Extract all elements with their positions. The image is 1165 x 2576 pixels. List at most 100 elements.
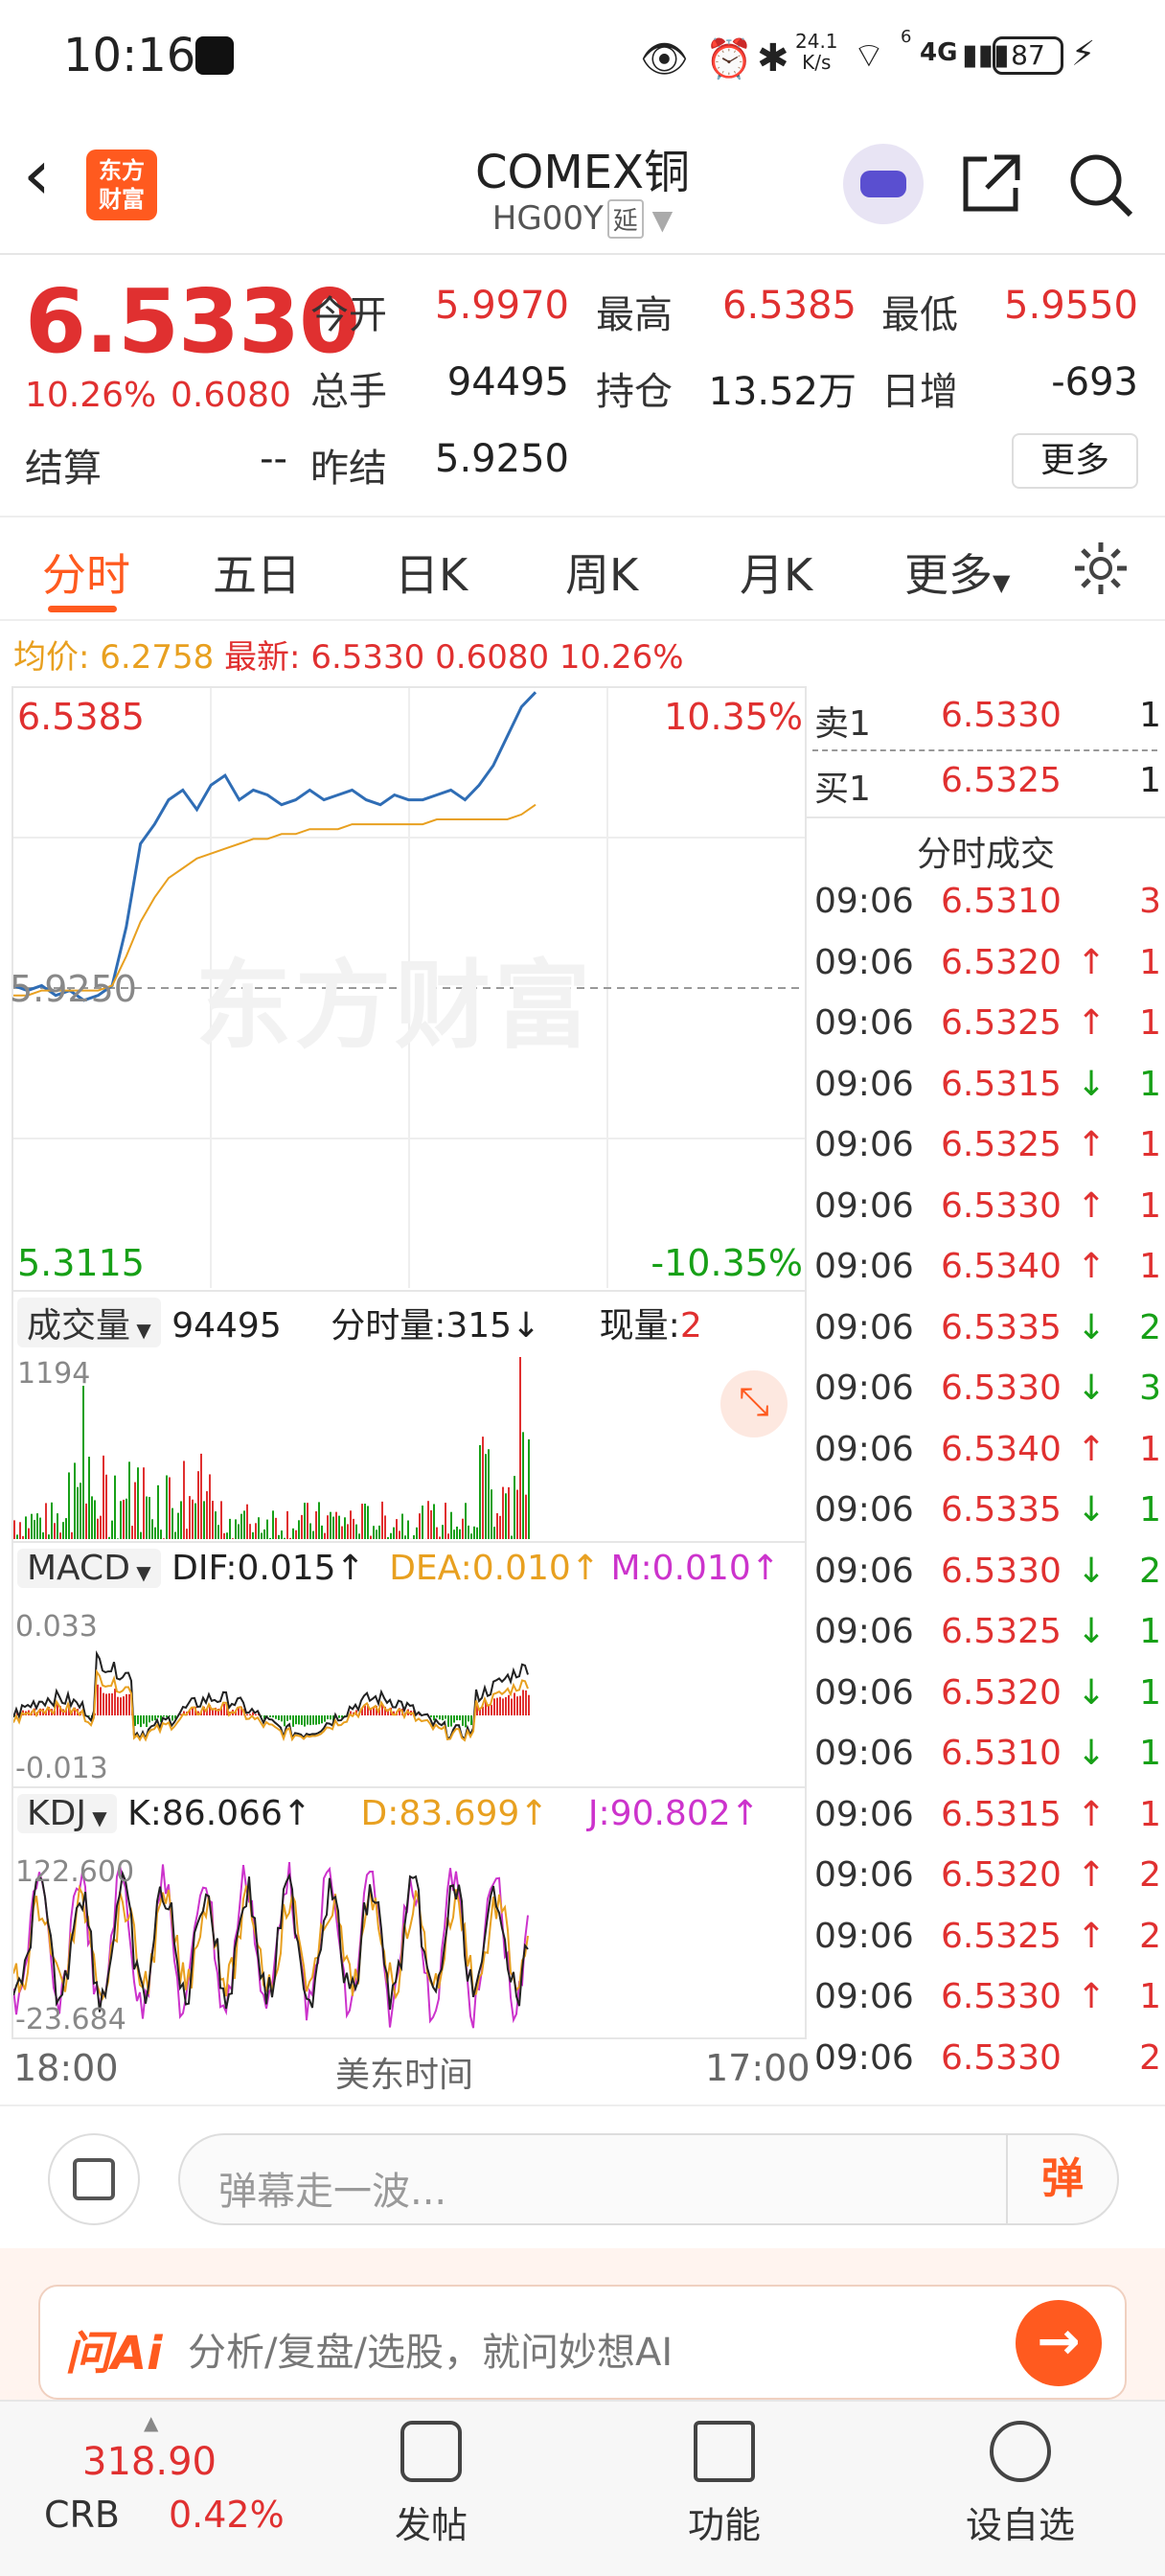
intraday-chart[interactable]: 东方财富 6.5385 10.35% 5.9250 5.3115 -10.35% (10, 686, 807, 1290)
trade-price: 6.5340 (941, 1429, 1062, 1469)
crb-index-ticker[interactable]: ▲ 318.90 CRB 0.42% (19, 2411, 297, 2555)
volume-header: 成交量 ▼ 94495 分时量:315↓ 现量:2 (17, 1298, 702, 1347)
macd-bar (502, 1698, 504, 1715)
macd-bottom-label: -0.013 (15, 1752, 108, 1785)
expand-icon[interactable]: ⤡ (720, 1370, 788, 1438)
volume-bar (68, 1472, 70, 1539)
tab-five-day[interactable]: 五日 (213, 540, 301, 604)
volume-bar (171, 1507, 173, 1539)
volume-bar (39, 1517, 41, 1539)
macd-dif: DIF:0.015↑ (171, 1549, 365, 1588)
macd-bar (140, 1715, 142, 1728)
kdj-dropdown[interactable]: KDJ ▼ (17, 1794, 117, 1833)
low-label: 最低 (881, 293, 958, 337)
macd-bar (307, 1715, 308, 1725)
macd-bar (327, 1715, 329, 1720)
volume-bar (387, 1536, 389, 1539)
trade-row: 09:06 6.5330 ↓ 3 (807, 1368, 1165, 1428)
trade-time: 09:06 (814, 1551, 914, 1591)
volume-bar (344, 1517, 346, 1539)
settle-value: -- (260, 437, 287, 481)
macd-bar (157, 1715, 159, 1718)
volume-bar (378, 1525, 380, 1539)
macd-bar (496, 1697, 498, 1715)
macd-bar (163, 1715, 165, 1717)
tick-volume: 分时量:315↓ (331, 1306, 541, 1346)
macd-dropdown[interactable]: MACD ▼ (17, 1549, 161, 1588)
volume-bar (229, 1518, 231, 1539)
macd-bar (330, 1715, 331, 1720)
tab-monthly-k[interactable]: 月K (740, 540, 812, 604)
crb-pct: 0.42% (169, 2494, 285, 2536)
current-volume-label: 现量: (599, 1306, 680, 1346)
macd-bar (126, 1693, 127, 1715)
trade-volume: 2 (1139, 1916, 1161, 1956)
ai-go-button[interactable]: → (1016, 2300, 1102, 2386)
volume-bar (59, 1532, 61, 1539)
volume-bar (462, 1518, 464, 1539)
volume-dropdown-label: 成交量 (27, 1306, 131, 1346)
caret-down-icon: ▼ (85, 1806, 107, 1829)
volume-bar (19, 1522, 21, 1539)
macd-bar (298, 1715, 300, 1725)
trade-time: 09:06 (814, 942, 914, 982)
trade-arrow-icon: ↑ (1077, 1003, 1107, 1043)
volume-bar (508, 1486, 510, 1539)
volume-bar (468, 1525, 469, 1539)
volume-bar (258, 1517, 260, 1539)
tab-more[interactable]: 更多▼ (904, 540, 1010, 604)
more-quote-button[interactable]: 更多 (1012, 433, 1138, 489)
volume-bar (304, 1503, 306, 1539)
ai-ask-bar[interactable]: 问Ai 分析/复盘/选股，就问妙想AI → (38, 2285, 1127, 2400)
trade-row: 09:06 6.5315 ↓ 1 (807, 1065, 1165, 1124)
functions-button[interactable]: 功能 (676, 2421, 772, 2548)
share-icon[interactable] (958, 150, 1025, 217)
signal-label: 4G (920, 38, 958, 67)
volume-bar (163, 1538, 165, 1539)
volume-bar (183, 1460, 185, 1539)
tab-daily-k[interactable]: 日K (395, 540, 468, 604)
trade-time: 09:06 (814, 1734, 914, 1773)
trade-time: 09:06 (814, 1855, 914, 1895)
sell-1-price: 6.5330 (941, 696, 1062, 735)
macd-top-label: 0.033 (15, 1610, 98, 1644)
gear-icon[interactable] (1071, 539, 1131, 598)
volume-bar (57, 1513, 58, 1539)
trade-row: 09:06 6.5325 ↑ 1 (807, 1003, 1165, 1063)
macd-bar (171, 1715, 173, 1721)
volume-bar (473, 1526, 475, 1539)
trade-row: 09:06 6.5325 ↓ 1 (807, 1612, 1165, 1671)
volume-bar (31, 1513, 33, 1539)
comment-settings-icon[interactable] (48, 2133, 140, 2225)
macd-bar (338, 1715, 340, 1718)
volume-bar (453, 1530, 455, 1539)
volume-bar (511, 1535, 513, 1539)
kdj-bottom-label: -23.684 (15, 2003, 126, 2036)
volume-bar (180, 1501, 182, 1539)
danmaku-toggle-button[interactable]: 弹 (1006, 2135, 1117, 2223)
robot-avatar-icon[interactable] (843, 144, 924, 224)
add-watchlist-button[interactable]: 设自选 (958, 2421, 1083, 2548)
book-divider (812, 749, 1157, 751)
danmaku-input[interactable]: 弹幕走一波... 弹 (178, 2133, 1119, 2225)
volume-bar (496, 1513, 498, 1539)
volume-bar (324, 1532, 326, 1539)
volume-bar (143, 1467, 145, 1539)
trade-volume: 1 (1139, 1794, 1161, 1834)
volume-dropdown[interactable]: 成交量 ▼ (17, 1298, 161, 1347)
tab-intraday[interactable]: 分时 (42, 540, 130, 604)
macd-bar (511, 1698, 513, 1715)
trade-time: 09:06 (814, 1368, 914, 1408)
kdj-j: J:90.802↑ (587, 1794, 760, 1833)
tab-weekly-k[interactable]: 周K (565, 540, 638, 604)
pct-bottom-label: -10.35% (651, 1242, 803, 1284)
volume-bar (399, 1530, 400, 1539)
volume-bar (430, 1509, 432, 1539)
post-button[interactable]: 发帖 (383, 2421, 479, 2548)
volume-bar (25, 1516, 27, 1539)
volume-bar (327, 1515, 329, 1539)
volume-bar (422, 1506, 423, 1539)
caret-down-icon: ▼ (129, 1561, 151, 1584)
macd-bar (450, 1715, 452, 1727)
search-icon[interactable] (1065, 150, 1136, 220)
